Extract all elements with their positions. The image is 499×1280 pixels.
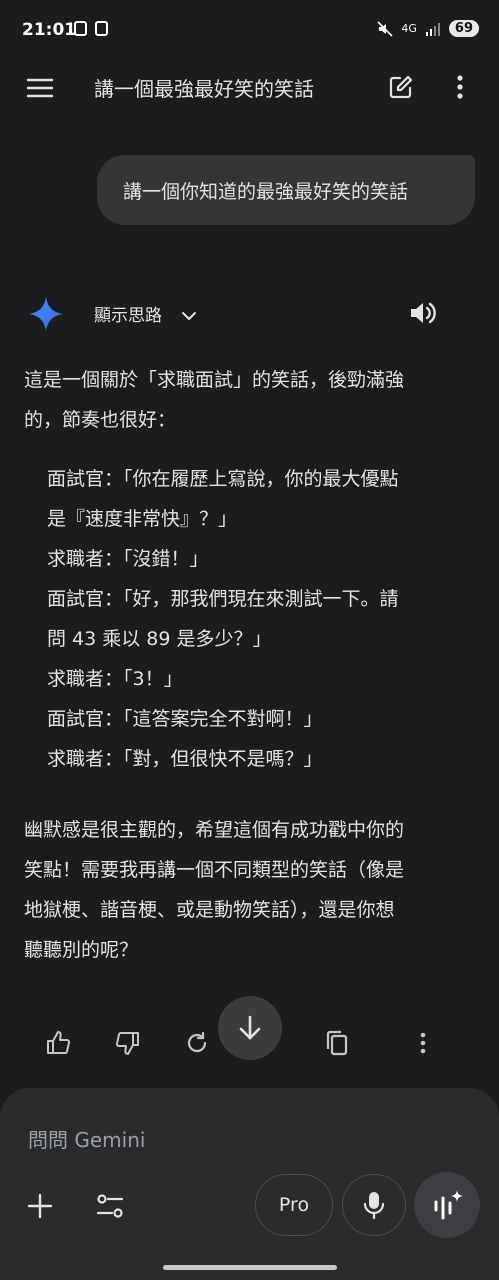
joke-line: 面試官：「你在履歷上寫說，你的最大優點 — [47, 468, 399, 490]
network-label: 4G — [401, 22, 417, 35]
add-icon[interactable] — [24, 1190, 56, 1222]
joke-line: 面試官：「這答案完全不對啊！」 — [47, 708, 323, 730]
system-status: 4G 69 — [377, 20, 479, 37]
joke-line: 求職者：「對，但很快不是嗎？」 — [47, 748, 323, 770]
mute-icon — [377, 20, 393, 37]
joke-line: 面試官：「好，那我們現在來測試一下。請 — [47, 588, 399, 610]
live-mode-button[interactable] — [414, 1172, 480, 1238]
outro-line: 笑點！需要我再講一個不同類型的笑話（像是 — [24, 859, 405, 881]
signal-icon — [425, 22, 440, 36]
more-options-icon[interactable] — [448, 72, 472, 102]
outro-line: 地獄梗、諧音梗、或是動物笑話），還是你想 — [24, 899, 395, 921]
show-thoughts-toggle[interactable]: 顯示思路 — [94, 301, 197, 326]
battery-indicator: 69 — [448, 20, 479, 37]
thumbs-down-icon[interactable] — [112, 1028, 142, 1058]
joke-line: 問 43 乘以 89 是多少？」 — [47, 628, 272, 650]
status-time: 21:01 — [22, 20, 77, 40]
outro-line: 聽聽別的呢？ — [24, 939, 139, 961]
microphone-icon — [363, 1192, 385, 1220]
arrow-down-icon — [239, 1015, 261, 1040]
joke-line: 求職者：「3！」 — [47, 668, 183, 690]
response-more-icon[interactable] — [412, 1028, 434, 1058]
show-thoughts-label: 顯示思路 — [94, 306, 162, 326]
prompt-input[interactable]: 問問 Gemini — [28, 1124, 145, 1153]
response-intro: 這是一個關於「求職面試」的笑話，後勁滿強 的，節奏也很好： — [24, 360, 476, 440]
model-pro-button[interactable]: Pro — [255, 1174, 333, 1236]
speaker-icon[interactable] — [407, 298, 439, 328]
pro-label: Pro — [278, 1194, 310, 1216]
joke-dialogue: 面試官：「你在履歷上寫說，你的最大優點 是『速度非常快』？」 求職者：「沒錯！」… — [47, 459, 477, 779]
joke-line: 求職者：「沒錯！」 — [47, 548, 209, 570]
home-indicator — [163, 1265, 337, 1270]
menu-icon[interactable] — [24, 74, 56, 102]
user-message-bubble: 講一個你知道的最強最好笑的笑話 — [97, 155, 475, 225]
scroll-to-bottom-button[interactable] — [218, 996, 282, 1060]
tools-icon[interactable] — [92, 1190, 128, 1222]
microphone-button[interactable] — [342, 1174, 406, 1236]
chat-title: 講一個最強最好笑的笑話 — [94, 77, 314, 101]
outro-line: 幽默感是很主觀的，希望這個有成功戳中你的 — [24, 819, 405, 841]
joke-line: 是『速度非常快』？」 — [47, 508, 238, 530]
notification-n-icon — [74, 21, 87, 36]
response-outro: 幽默感是很主觀的，希望這個有成功戳中你的 笑點！需要我再講一個不同類型的笑話（像… — [24, 810, 476, 970]
user-message-text: 講一個你知道的最強最好笑的笑話 — [123, 180, 409, 203]
live-waveform-icon — [434, 1190, 463, 1220]
chevron-down-icon — [182, 312, 197, 320]
intro-line: 的，節奏也很好： — [24, 409, 177, 431]
intro-line: 這是一個關於「求職面試」的笑話，後勁滿強 — [24, 369, 405, 391]
gemini-logo-icon — [28, 296, 64, 332]
regenerate-icon[interactable] — [182, 1028, 212, 1058]
shopping-bag-icon — [95, 21, 108, 36]
copy-icon[interactable] — [322, 1028, 352, 1058]
thumbs-up-icon[interactable] — [44, 1028, 74, 1058]
notification-icons — [74, 21, 108, 36]
new-chat-icon[interactable] — [386, 72, 416, 102]
